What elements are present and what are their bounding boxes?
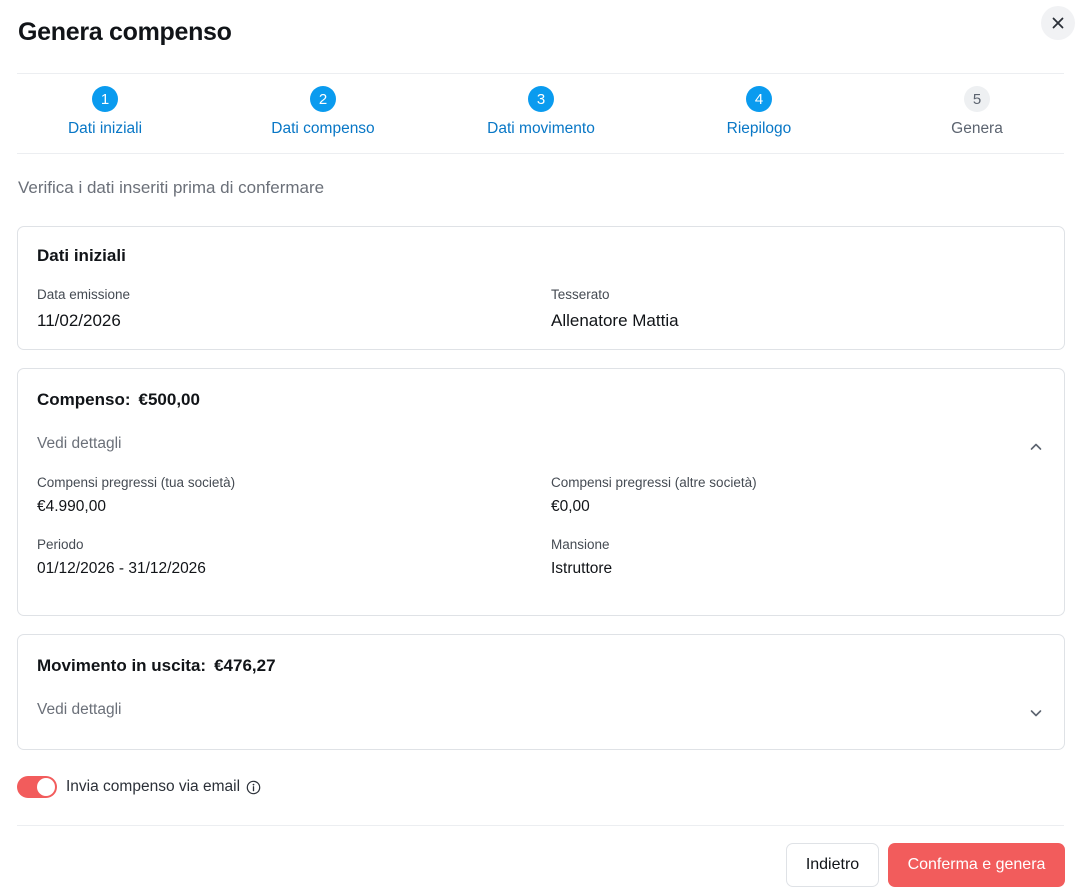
step-dati-movimento[interactable]: 3 Dati movimento <box>441 86 641 138</box>
movimento-title: Movimento in uscita: <box>37 656 207 675</box>
step-number: 5 <box>964 86 990 112</box>
back-button[interactable]: Indietro <box>786 843 879 887</box>
close-button[interactable] <box>1041 6 1075 40</box>
step-label: Riepilogo <box>726 120 792 137</box>
stepper: 1 Dati iniziali 2 Dati compenso 3 Dati m… <box>0 86 1079 140</box>
page-subtitle: Verifica i dati inseriti prima di confer… <box>18 178 325 197</box>
mansione-value: Istruttore <box>551 560 613 577</box>
card-title: Movimento in uscita: €476,27 <box>37 656 276 676</box>
compenso-details-toggle[interactable]: Vedi dettagli <box>18 431 1064 461</box>
compenso-title: Compenso: <box>37 390 131 409</box>
chevron-down-icon <box>1030 710 1042 717</box>
step-label: Genera <box>951 120 1003 137</box>
step-riepilogo[interactable]: 4 Riepilogo <box>659 86 859 138</box>
modal-title: Genera compenso <box>18 18 232 46</box>
step-number: 4 <box>746 86 772 112</box>
step-dati-compenso[interactable]: 2 Dati compenso <box>223 86 423 138</box>
step-label: Dati iniziali <box>67 120 143 137</box>
data-emissione-value: 11/02/2026 <box>37 311 121 330</box>
email-toggle-switch[interactable] <box>17 776 57 798</box>
periodo-label: Periodo <box>37 537 84 552</box>
card-movimento: Movimento in uscita: €476,27 Vedi dettagl… <box>17 634 1065 750</box>
header-divider <box>17 73 1064 74</box>
step-number: 3 <box>528 86 554 112</box>
details-toggle-label: Vedi dettagli <box>37 435 122 452</box>
details-toggle-label: Vedi dettagli <box>37 701 122 718</box>
pregressi-altre-value: €0,00 <box>551 498 590 515</box>
info-icon[interactable] <box>246 780 261 795</box>
step-label: Dati compenso <box>271 120 375 137</box>
switch-knob <box>37 778 55 796</box>
tesserato-label: Tesserato <box>551 287 610 302</box>
periodo-value: 01/12/2026 - 31/12/2026 <box>37 560 206 577</box>
tesserato-value: Allenatore Mattia <box>551 311 679 330</box>
card-compenso: Compenso: €500,00 Vedi dettagli Compensi … <box>17 368 1065 616</box>
pregressi-altre-label: Compensi pregressi (altre società) <box>551 475 757 490</box>
stepper-divider <box>17 153 1064 154</box>
movimento-amount: €476,27 <box>214 656 276 675</box>
chevron-up-icon <box>1030 443 1042 450</box>
card-dati-iniziali: Dati iniziali Data emissione 11/02/2026 … <box>17 226 1065 350</box>
step-label: Dati movimento <box>487 120 595 137</box>
email-toggle-label: Invia compenso via email <box>66 778 241 795</box>
pregressi-tua-label: Compensi pregressi (tua società) <box>37 475 236 490</box>
step-dati-iniziali[interactable]: 1 Dati iniziali <box>5 86 205 138</box>
step-number: 2 <box>310 86 336 112</box>
card-title: Compenso: €500,00 <box>37 390 200 410</box>
mansione-label: Mansione <box>551 537 610 552</box>
step-genera: 5 Genera <box>877 86 1077 138</box>
email-toggle-row: Invia compenso via email <box>17 776 261 798</box>
confirm-button[interactable]: Conferma e genera <box>888 843 1065 887</box>
data-emissione-label: Data emissione <box>37 287 131 302</box>
pregressi-tua-value: €4.990,00 <box>37 498 106 515</box>
close-icon <box>1052 17 1064 29</box>
step-number: 1 <box>92 86 118 112</box>
movimento-details-toggle[interactable]: Vedi dettagli <box>18 697 1064 727</box>
compenso-amount: €500,00 <box>138 390 200 409</box>
footer-divider <box>17 825 1064 826</box>
card-title: Dati iniziali <box>37 246 126 265</box>
